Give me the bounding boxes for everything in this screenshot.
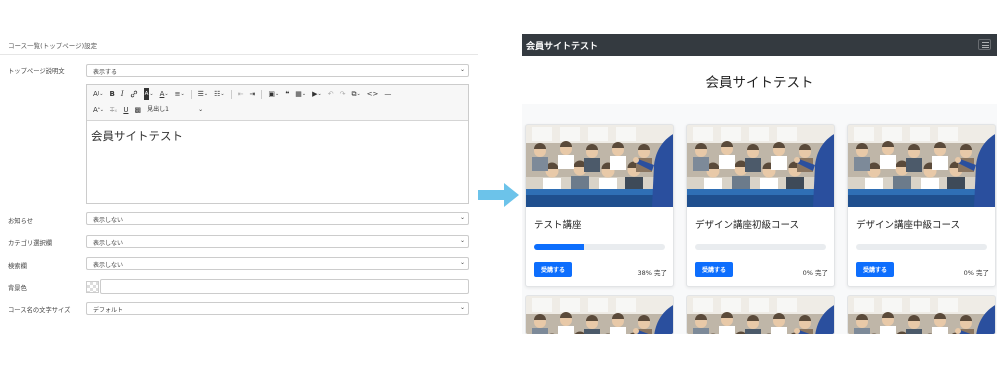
bg-color-label: 背景色 — [8, 285, 27, 292]
numbered-list-icon[interactable]: ☷ ⌄ — [211, 88, 227, 100]
redo-icon[interactable]: ↷ — [337, 88, 349, 100]
bold-button[interactable]: B — [106, 88, 117, 100]
progress-bar — [534, 244, 665, 250]
underline-icon[interactable]: U — [120, 104, 131, 116]
progress-text: 38% 完了 — [637, 269, 667, 277]
search-label: 検索欄 — [8, 263, 27, 270]
source-code-icon[interactable]: <> — [364, 88, 382, 100]
course-title: デザイン講座初級コース — [695, 220, 800, 231]
quote-icon[interactable]: ❝ — [282, 88, 292, 100]
course-card[interactable] — [525, 295, 674, 334]
course-title: デザイン講座中級コース — [856, 220, 961, 231]
settings-section-title: コース一覧(トップページ)設定 — [8, 42, 98, 50]
navbar-brand[interactable]: 会員サイトテスト — [526, 39, 598, 52]
course-card[interactable]: デザイン講座初級コース 受講する 0% 完了 — [686, 124, 835, 287]
course-thumbnail — [526, 125, 673, 207]
progress-bar — [695, 244, 826, 250]
editor-toolbar: AI ⌄ B I A ⌄ A ⌄ ≡ ⌄ ☰ ⌄ ☷ ⌄ ⇤ ⇥ ▣ ⌄ ❝ ▦ ⌄ ▶ ⌄ — [87, 85, 468, 121]
course-thumbnail — [848, 125, 995, 207]
progress-text: 0% 完了 — [963, 269, 989, 277]
background-color-icon[interactable]: A ⌄ — [141, 88, 157, 100]
arrow-right-icon — [478, 183, 519, 207]
site-preview: 会員サイトテスト 会員サイトテスト テスト講座 受講する 38% 完了 デザイン… — [522, 34, 997, 334]
course-card[interactable]: テスト講座 受講する 38% 完了 — [525, 124, 674, 287]
description-editor[interactable]: AI ⌄ B I A ⌄ A ⌄ ≡ ⌄ ☰ ⌄ ☷ ⌄ ⇤ ⇥ ▣ ⌄ ❝ ▦ ⌄ ▶ ⌄ — [86, 84, 469, 204]
color-swatch[interactable] — [86, 281, 99, 293]
enroll-button[interactable]: 受講する — [856, 262, 894, 277]
progress-text: 0% 完了 — [802, 269, 828, 277]
course-thumbnail — [687, 125, 834, 207]
progress-bar — [856, 244, 987, 250]
progress-fill — [534, 244, 584, 250]
search-value: 表示しない — [93, 262, 124, 269]
italic-button[interactable]: I — [118, 88, 127, 100]
indent-icon[interactable]: ⇥ — [246, 88, 258, 100]
toolbar-separator — [261, 89, 263, 99]
course-list: テスト講座 受講する 38% 完了 デザイン講座初級コース 受講する 0% 完了… — [522, 104, 997, 334]
text-color-icon[interactable]: A ⌄ — [157, 88, 172, 100]
top-description-value: 表示する — [93, 69, 118, 76]
toolbar-separator — [190, 89, 192, 99]
course-thumbnail — [848, 296, 995, 334]
search-select[interactable]: 表示しない ⌄ — [86, 257, 469, 270]
page-title: 会員サイトテスト — [705, 75, 814, 91]
category-value: 表示しない — [93, 240, 124, 247]
outdent-icon[interactable]: ⇤ — [235, 88, 247, 100]
table-icon[interactable]: ▦ ⌄ — [292, 88, 309, 100]
bg-color-input[interactable] — [100, 279, 469, 294]
course-thumbnail — [687, 296, 834, 334]
toolbar-row-1: AI ⌄ B I A ⌄ A ⌄ ≡ ⌄ ☰ ⌄ ☷ ⌄ ⇤ ⇥ ▣ ⌄ ❝ ▦ ⌄ ▶ ⌄ — [90, 87, 394, 101]
chevron-down-icon: ⌄ — [198, 106, 204, 113]
category-label: カテゴリ選択欄 — [8, 240, 53, 247]
editor-content[interactable]: 会員サイトテスト — [91, 128, 183, 144]
heading-select-value: 見出し1 — [147, 106, 169, 113]
course-card[interactable] — [686, 295, 835, 334]
chevron-down-icon: ⌄ — [459, 237, 465, 244]
horizontal-line-icon[interactable]: — — [381, 88, 394, 100]
chevron-down-icon: ⌄ — [459, 259, 465, 266]
font-size-button[interactable]: AI ⌄ — [90, 88, 106, 100]
font-size-select[interactable]: デフォルト ⌄ — [86, 302, 469, 315]
code-block-icon[interactable]: ⧉ ⌄ — [348, 88, 363, 100]
course-card[interactable] — [847, 295, 996, 334]
course-title: テスト講座 — [534, 220, 582, 231]
undo-icon[interactable]: ↶ — [325, 88, 337, 100]
align-icon[interactable]: ≡ ⌄ — [172, 88, 188, 100]
notice-value: 表示しない — [93, 217, 124, 224]
link-icon[interactable] — [127, 88, 141, 100]
category-select[interactable]: 表示しない ⌄ — [86, 235, 469, 248]
top-description-label: トップページ説明文 — [8, 68, 65, 75]
media-icon[interactable]: ▶ ⌄ — [309, 88, 325, 100]
text-direction-icon[interactable]: Aᵃ ⌄ — [90, 104, 107, 116]
insert-image-icon[interactable]: ▩ — [131, 104, 144, 116]
course-card[interactable]: デザイン講座中級コース 受講する 0% 完了 — [847, 124, 996, 287]
clear-format-icon[interactable]: Tₓ — [107, 104, 120, 116]
notice-select[interactable]: 表示しない ⌄ — [86, 212, 469, 225]
menu-icon[interactable] — [978, 39, 991, 50]
font-size-value: デフォルト — [93, 307, 124, 314]
course-thumbnail — [526, 296, 673, 334]
settings-panel: コース一覧(トップページ)設定 トップページ説明文 表示する ⌄ AI ⌄ B … — [0, 32, 478, 332]
enroll-button[interactable]: 受講する — [534, 262, 572, 277]
chevron-down-icon: ⌄ — [459, 66, 465, 73]
chevron-down-icon: ⌄ — [459, 304, 465, 311]
enroll-button[interactable]: 受講する — [695, 262, 733, 277]
bullet-list-icon[interactable]: ☰ ⌄ — [195, 88, 211, 100]
heading-select[interactable]: 見出し1 ⌄ — [144, 104, 206, 116]
notice-label: お知らせ — [8, 218, 34, 225]
font-size-label: コース名の文字サイズ — [8, 307, 71, 314]
chevron-down-icon: ⌄ — [459, 214, 465, 221]
top-description-select[interactable]: 表示する ⌄ — [86, 64, 469, 77]
settings-divider — [0, 54, 478, 55]
image-icon[interactable]: ▣ ⌄ — [265, 88, 282, 100]
toolbar-row-2: Aᵃ ⌄ Tₓ U ▩ 見出し1 ⌄ — [90, 103, 206, 117]
toolbar-separator — [230, 89, 232, 99]
navbar: 会員サイトテスト — [522, 34, 997, 56]
